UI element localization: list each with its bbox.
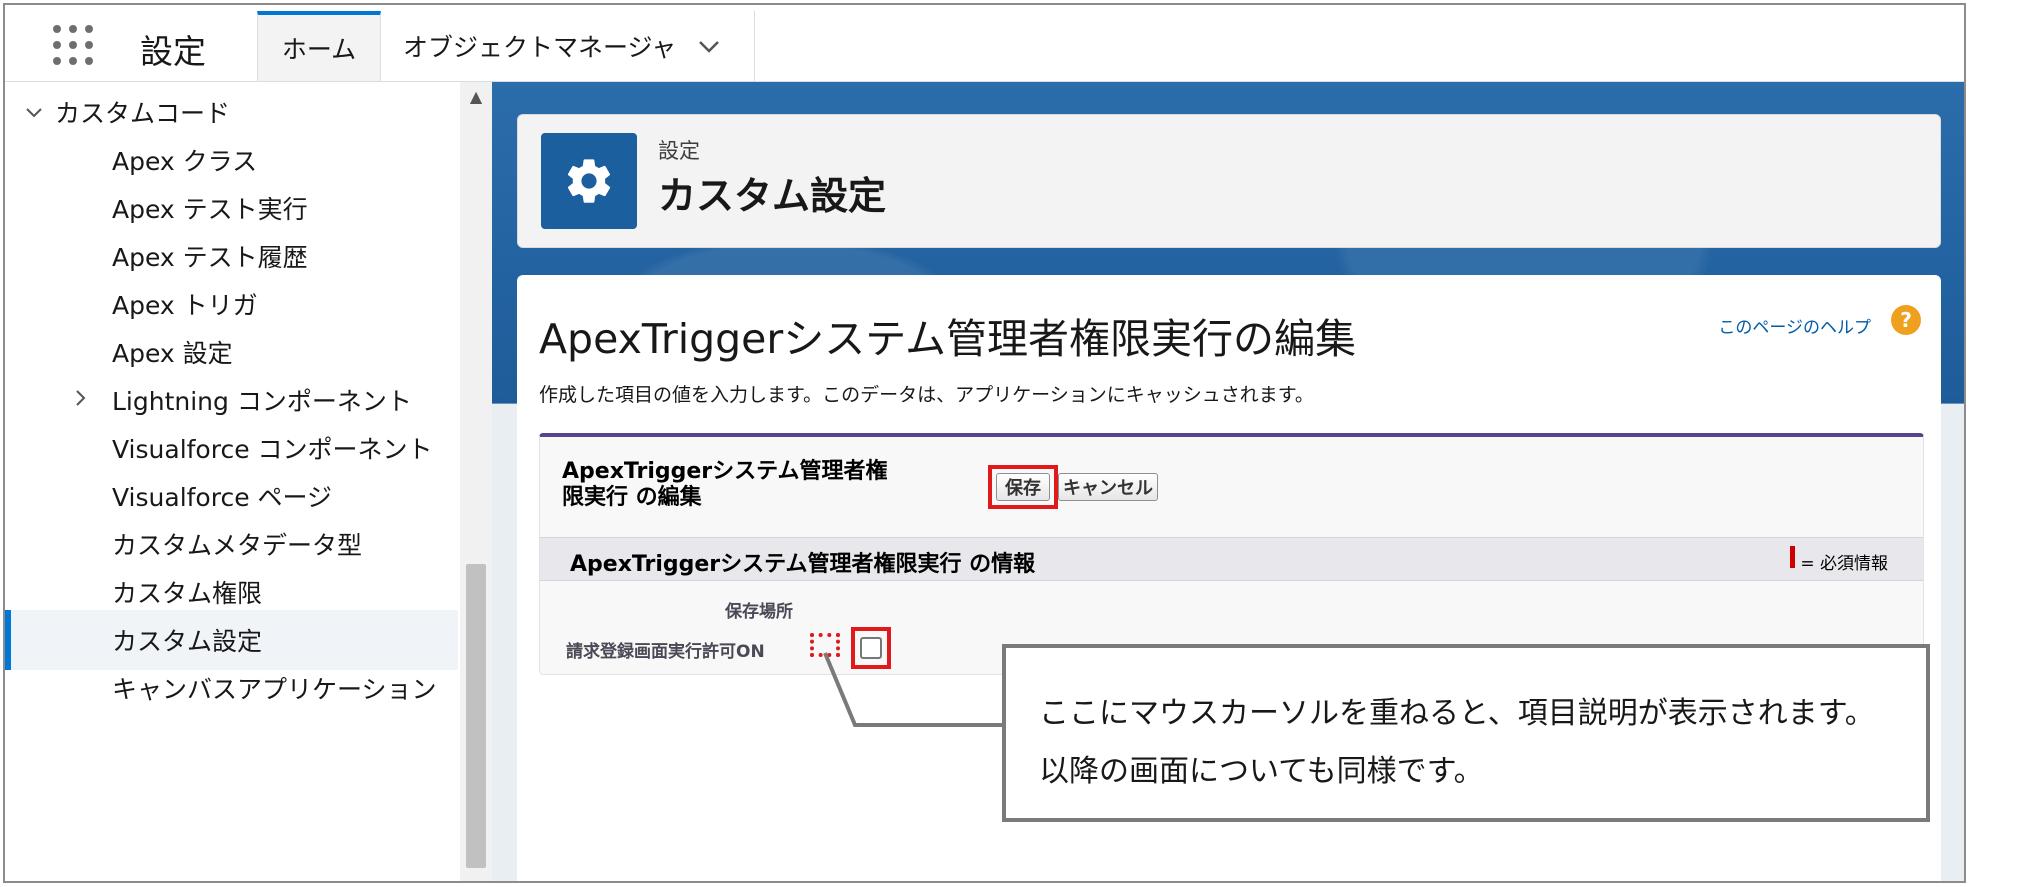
screenshot-frame: 設定 ホーム オブジェクトマネージャ カスタムコード Apex クラス Apex… xyxy=(3,3,1966,883)
callout-line2: 以降の画面についても同様です。 xyxy=(1039,754,1484,789)
callout-line1: ここにマウスカーソルを重ねると、項目説明が表示されます。 xyxy=(1039,696,1875,731)
annotation-callout: ここにマウスカーソルを重ねると、項目説明が表示されます。 以降の画面についても同… xyxy=(1002,644,1930,822)
